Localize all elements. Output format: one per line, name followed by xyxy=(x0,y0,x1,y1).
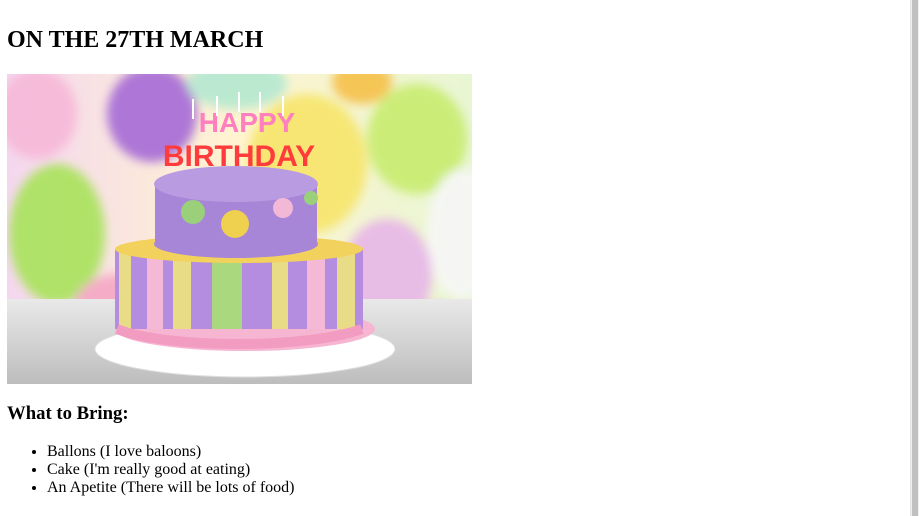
scrollbar-thumb[interactable] xyxy=(912,0,918,516)
bring-list: Ballons (I love baloons) Cake (I'm reall… xyxy=(7,443,295,497)
list-item: An Apetite (There will be lots of food) xyxy=(47,479,295,497)
page-heading: ON THE 27TH MARCH xyxy=(7,27,264,53)
list-item: Ballons (I love baloons) xyxy=(47,443,295,461)
list-item: Cake (I'm really good at eating) xyxy=(47,461,295,479)
svg-text:BIRTHDAY: BIRTHDAY xyxy=(163,140,315,173)
birthday-cake-image: HAPPY BIRTHDAY xyxy=(7,74,472,384)
vertical-scrollbar[interactable] xyxy=(910,0,919,516)
what-to-bring-heading: What to Bring: xyxy=(7,403,129,424)
svg-text:HAPPY: HAPPY xyxy=(199,107,296,138)
